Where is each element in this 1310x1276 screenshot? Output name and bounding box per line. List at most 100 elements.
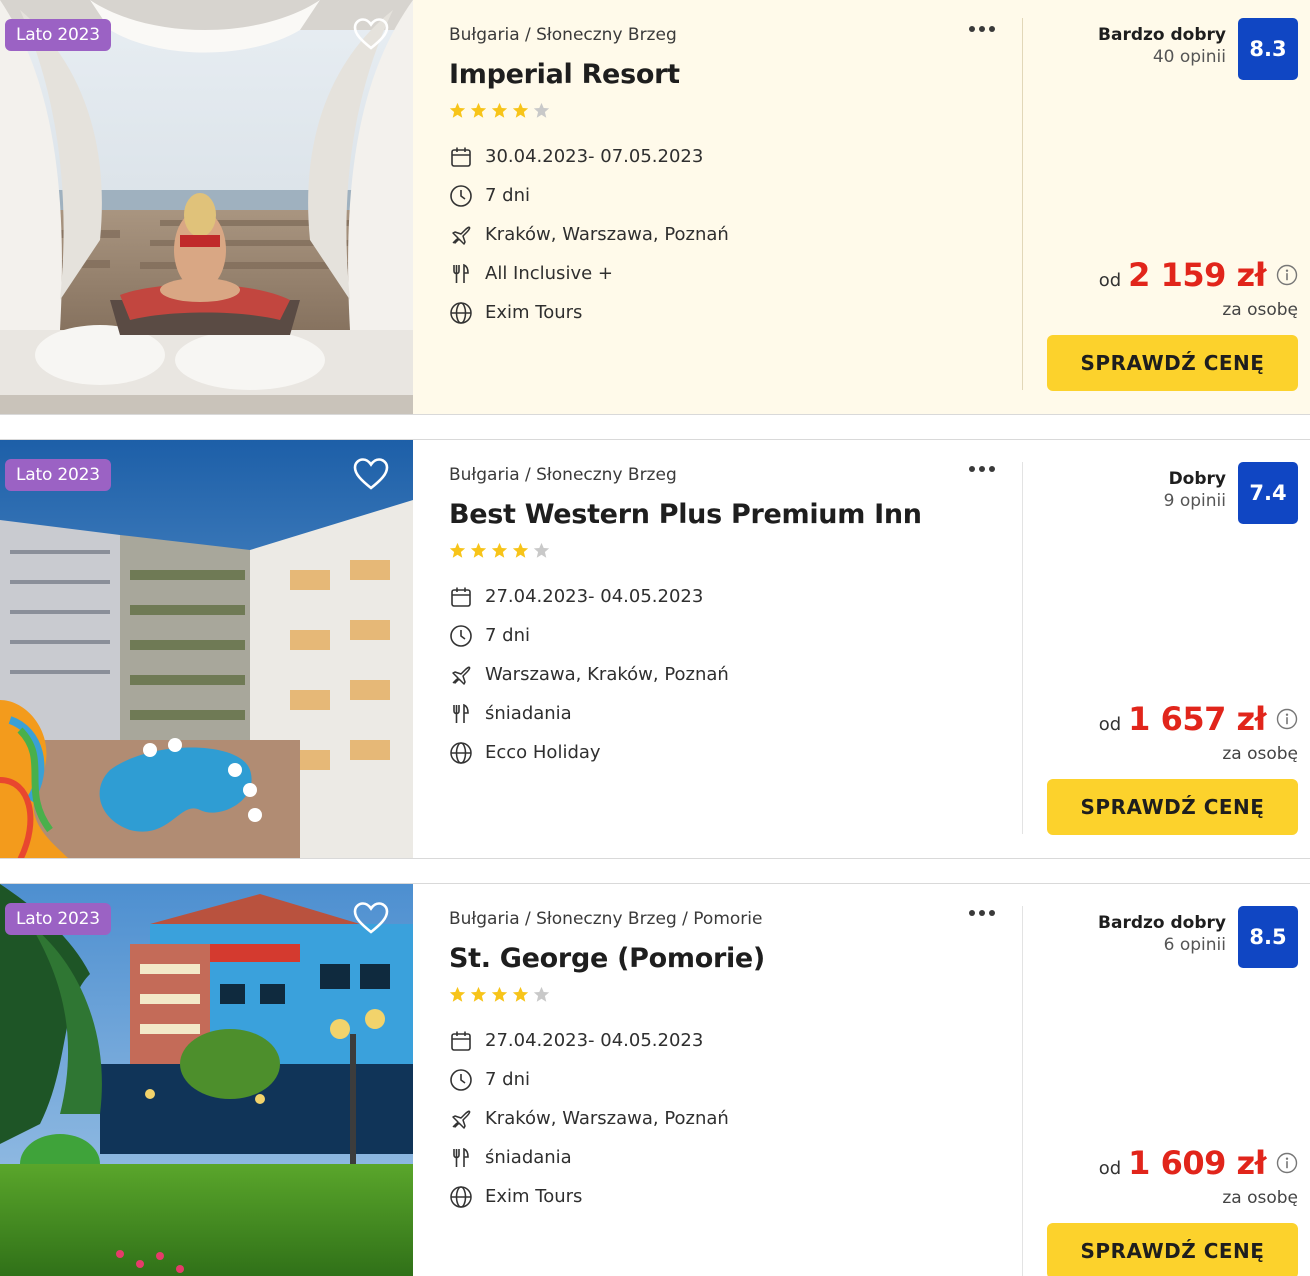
duration-text: 7 dni: [485, 625, 531, 646]
departure-row: Warszawa, Kraków, Poznań: [449, 655, 1023, 694]
board-row: All Inclusive +: [449, 254, 1023, 293]
star-rating: [449, 102, 1023, 119]
operator-text: Ecco Holiday: [485, 742, 601, 763]
hotel-name[interactable]: Imperial Resort: [449, 59, 1023, 90]
breadcrumb-location[interactable]: Bułgaria / Słoneczny Brzeg: [449, 465, 1023, 485]
dates-text: 27.04.2023- 04.05.2023: [485, 1030, 704, 1051]
more-dots-icon[interactable]: [969, 26, 995, 32]
departure-text: Kraków, Warszawa, Poznań: [485, 224, 729, 245]
score-badge: 8.5: [1238, 906, 1298, 968]
offer-card[interactable]: Lato 2023 Bułgaria / Słoneczny Brzeg Imp…: [0, 0, 1310, 415]
globe-icon: [450, 1185, 472, 1208]
check-price-button[interactable]: SPRAWDŹ CENĘ: [1047, 779, 1298, 835]
season-badge: Lato 2023: [5, 903, 111, 935]
offer-card[interactable]: Lato 2023 Bułgaria / Słoneczny Brzeg / P…: [0, 883, 1310, 1276]
star-icon: [491, 986, 508, 1002]
dates-text: 27.04.2023- 04.05.2023: [485, 586, 704, 607]
globe-icon: [450, 301, 472, 324]
info-icon[interactable]: [1276, 264, 1298, 286]
hotel-photo[interactable]: Lato 2023: [0, 884, 413, 1276]
duration-row: 7 dni: [449, 616, 1023, 655]
info-icon[interactable]: [1276, 1152, 1298, 1174]
star-icon: [512, 986, 529, 1002]
offer-price-panel: Dobry 9 opinii 7.4 od 1 657 zł za osobę …: [1047, 462, 1298, 858]
board-text: All Inclusive +: [485, 263, 613, 284]
clock-icon: [450, 1068, 472, 1091]
duration-text: 7 dni: [485, 185, 531, 206]
plane-icon: [452, 1110, 471, 1129]
star-icon: [449, 986, 466, 1002]
offer-info: Bułgaria / Słoneczny Brzeg / Pomorie St.…: [413, 884, 1023, 1276]
star-icon: [491, 102, 508, 118]
star-icon: [533, 986, 550, 1002]
operator-row: Exim Tours: [449, 293, 1023, 332]
offer-card[interactable]: Lato 2023 Bułgaria / Słoneczny Brzeg Bes…: [0, 439, 1310, 859]
duration-text: 7 dni: [485, 1069, 531, 1090]
breadcrumb-location[interactable]: Bułgaria / Słoneczny Brzeg / Pomorie: [449, 909, 1023, 929]
departure-text: Kraków, Warszawa, Poznań: [485, 1108, 729, 1129]
more-dots-icon[interactable]: [969, 466, 995, 472]
duration-row: 7 dni: [449, 176, 1023, 215]
hotel-name[interactable]: St. George (Pomorie): [449, 943, 1023, 974]
review-count: 6 opinii: [1163, 935, 1226, 955]
plane-icon: [452, 666, 471, 685]
offer-details: 27.04.2023- 04.05.2023 7 dni Warszawa, K…: [449, 577, 1023, 772]
price-prefix: od: [1098, 270, 1122, 291]
offer-price-panel: Bardzo dobry 6 opinii 8.5 od 1 609 zł za…: [1047, 906, 1298, 1276]
clock-icon: [450, 624, 472, 647]
offer-details: 30.04.2023- 07.05.2023 7 dni Kraków, War…: [449, 137, 1023, 332]
duration-row: 7 dni: [449, 1060, 1023, 1099]
check-price-button[interactable]: SPRAWDŹ CENĘ: [1047, 335, 1298, 391]
price-value: 1 657 zł: [1128, 700, 1266, 738]
cutlery-icon: [453, 263, 469, 283]
globe-icon: [450, 741, 472, 764]
per-person-label: za osobę: [1222, 300, 1298, 320]
more-dots-icon[interactable]: [969, 910, 995, 916]
review-rating[interactable]: Dobry 9 opinii 7.4: [1164, 462, 1298, 524]
hotel-photo-image: [0, 884, 413, 1276]
breadcrumb-location[interactable]: Bułgaria / Słoneczny Brzeg: [449, 25, 1023, 45]
hotel-photo-image: [0, 440, 413, 858]
rating-label: Dobry: [1168, 469, 1226, 489]
hotel-name[interactable]: Best Western Plus Premium Inn: [449, 499, 1023, 530]
rating-label: Bardzo dobry: [1098, 25, 1226, 45]
board-text: śniadania: [485, 1147, 572, 1168]
star-icon: [470, 542, 487, 558]
star-rating: [449, 542, 1023, 559]
offer-info: Bułgaria / Słoneczny Brzeg Best Western …: [413, 440, 1023, 858]
review-count: 40 opinii: [1152, 47, 1226, 67]
cutlery-icon: [453, 703, 469, 723]
star-icon: [470, 102, 487, 118]
star-icon: [470, 986, 487, 1002]
rating-label: Bardzo dobry: [1098, 913, 1226, 933]
vertical-divider: [1022, 462, 1023, 834]
vertical-divider: [1022, 18, 1023, 390]
heart-icon[interactable]: [353, 901, 389, 935]
score-badge: 8.3: [1238, 18, 1298, 80]
hotel-photo[interactable]: Lato 2023: [0, 0, 413, 414]
hotel-photo[interactable]: Lato 2023: [0, 440, 413, 858]
operator-text: Exim Tours: [485, 302, 583, 323]
review-rating[interactable]: Bardzo dobry 6 opinii 8.5: [1098, 906, 1298, 968]
price-prefix: od: [1098, 714, 1122, 735]
dates-row: 27.04.2023- 04.05.2023: [449, 577, 1023, 616]
clock-icon: [450, 184, 472, 207]
operator-row: Ecco Holiday: [449, 733, 1023, 772]
plane-icon: [452, 226, 471, 245]
heart-icon[interactable]: [353, 457, 389, 491]
score-badge: 7.4: [1238, 462, 1298, 524]
star-icon: [512, 542, 529, 558]
operator-row: Exim Tours: [449, 1177, 1023, 1216]
star-icon: [533, 542, 550, 558]
operator-text: Exim Tours: [485, 1186, 583, 1207]
price-value: 1 609 zł: [1128, 1144, 1266, 1182]
info-icon[interactable]: [1276, 708, 1298, 730]
review-rating[interactable]: Bardzo dobry 40 opinii 8.3: [1098, 18, 1298, 80]
heart-icon[interactable]: [353, 17, 389, 51]
vertical-divider: [1022, 906, 1023, 1276]
dates-text: 30.04.2023- 07.05.2023: [485, 146, 704, 167]
offer-price-panel: Bardzo dobry 40 opinii 8.3 od 2 159 zł z…: [1047, 18, 1298, 414]
offer-info: Bułgaria / Słoneczny Brzeg Imperial Reso…: [413, 0, 1023, 414]
check-price-button[interactable]: SPRAWDŹ CENĘ: [1047, 1223, 1298, 1276]
season-badge: Lato 2023: [5, 19, 111, 51]
